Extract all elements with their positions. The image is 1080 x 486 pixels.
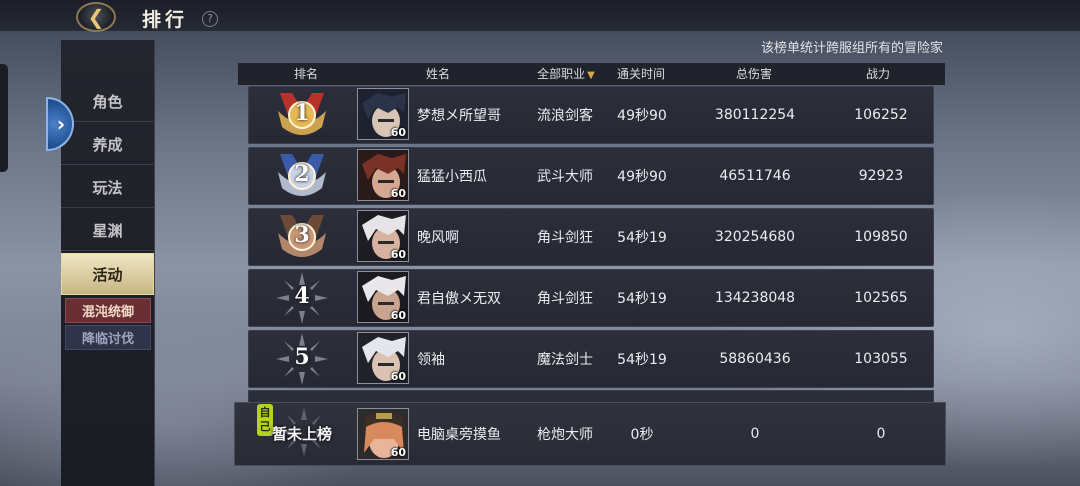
- player-power: 106252: [854, 107, 908, 123]
- column-header-power: 战力: [865, 67, 890, 81]
- back-button[interactable]: ❮: [76, 2, 116, 32]
- table-row[interactable]: 猛猛小西瓜 武斗大师 49秒90 46511746 92923: [248, 147, 934, 205]
- player-job: 流浪剑客: [537, 108, 593, 124]
- avatar-level: 60: [390, 126, 406, 139]
- player-damage: 46511746: [719, 168, 791, 184]
- sidebar-item-role[interactable]: 角色: [61, 82, 154, 122]
- player-avatar[interactable]: 60: [357, 210, 409, 262]
- sidebar-item-activity[interactable]: 活动: [61, 253, 154, 295]
- self-avatar-level: 60: [390, 446, 406, 459]
- player-power: 109850: [854, 229, 908, 245]
- avatar-level: 60: [390, 187, 406, 200]
- player-clear-time: 49秒90: [617, 108, 667, 124]
- sidebar: 角色 养成 玩法 星渊 活动 混沌统御 降临讨伐: [61, 40, 155, 486]
- sidebar-item-growth[interactable]: 养成: [61, 125, 154, 165]
- rank-number: 4: [294, 283, 310, 309]
- player-damage: 380112254: [714, 107, 796, 123]
- rank-number: 2: [294, 161, 310, 187]
- player-power: 92923: [858, 168, 904, 184]
- table-row[interactable]: 君自傲メ无双 角斗剑狂 54秒19 134238048 102565: [248, 269, 934, 327]
- job-filter-dropdown[interactable]: 全部职业 ▼: [526, 63, 606, 85]
- player-job: 角斗剑狂: [537, 230, 593, 246]
- player-name: 君自傲メ无双: [417, 291, 501, 307]
- player-power: 102565: [854, 290, 908, 306]
- player-avatar[interactable]: 60: [357, 149, 409, 201]
- sidebar-item-abyss[interactable]: 星渊: [61, 211, 154, 251]
- player-job: 武斗大师: [537, 169, 593, 185]
- self-clear-time: 0秒: [630, 427, 654, 443]
- player-name: 领袖: [417, 352, 445, 368]
- player-damage: 134238048: [714, 290, 796, 306]
- player-avatar[interactable]: 60: [357, 332, 409, 384]
- self-rank-status: 暂未上榜: [272, 425, 333, 443]
- player-clear-time: 54秒19: [617, 291, 667, 307]
- chevron-right-icon: ›: [56, 112, 66, 136]
- sub-item-descent-crusade[interactable]: 降临讨伐: [65, 325, 151, 350]
- column-header-clear-time: 通关时间: [616, 67, 665, 81]
- player-clear-time: 49秒90: [617, 169, 667, 185]
- player-damage: 58860436: [719, 351, 791, 367]
- avatar-level: 60: [390, 370, 406, 383]
- ranking-caption: 该榜单统计跨服组所有的冒险家: [760, 41, 943, 56]
- player-name: 梦想メ所望哥: [417, 108, 501, 124]
- self-tag-badge: 自己: [257, 404, 273, 436]
- self-row[interactable]: 电脑桌旁摸鱼 枪炮大师 0秒 0 0: [234, 402, 946, 466]
- dropdown-triangle-icon: ▼: [587, 70, 595, 81]
- column-header-rank: 排名: [293, 67, 318, 81]
- column-header-name: 姓名: [425, 67, 450, 81]
- table-row[interactable]: 晚风啊 角斗剑狂 54秒19 320254680 109850: [248, 208, 934, 266]
- player-name: 晚风啊: [417, 230, 459, 246]
- rank-number: 5: [294, 344, 310, 370]
- player-power: 103055: [854, 351, 908, 367]
- self-power: 0: [876, 426, 886, 442]
- back-arrow-icon: ❮: [87, 5, 105, 29]
- self-damage: 0: [750, 426, 760, 442]
- left-edge-tab[interactable]: [0, 64, 8, 172]
- avatar-level: 60: [390, 309, 406, 322]
- sidebar-item-gameplay[interactable]: 玩法: [61, 168, 154, 208]
- self-job: 枪炮大师: [537, 427, 593, 443]
- self-avatar[interactable]: 60: [357, 408, 409, 460]
- player-avatar[interactable]: 60: [357, 88, 409, 140]
- player-clear-time: 54秒19: [617, 230, 667, 246]
- self-name: 电脑桌旁摸鱼: [417, 427, 501, 443]
- player-job: 角斗剑狂: [537, 291, 593, 307]
- page-title: 排行: [142, 9, 189, 31]
- avatar-level: 60: [390, 248, 406, 261]
- column-header-damage: 总伤害: [735, 67, 772, 81]
- table-header: 排名 姓名 全部职业 ▼ 通关时间 总伤害 战力: [238, 63, 945, 85]
- column-header-job: 全部职业: [537, 67, 586, 81]
- sub-item-chaos-domination[interactable]: 混沌统御: [65, 298, 151, 323]
- player-job: 魔法剑士: [537, 352, 593, 368]
- table-row[interactable]: 领袖 魔法剑士 54秒19 58860436 103055: [248, 330, 934, 388]
- player-clear-time: 54秒19: [617, 352, 667, 368]
- rank-number: 3: [294, 222, 310, 248]
- help-icon[interactable]: ?: [202, 11, 218, 27]
- player-name: 猛猛小西瓜: [417, 169, 487, 185]
- rank-number: 1: [294, 100, 310, 126]
- player-avatar[interactable]: 60: [357, 271, 409, 323]
- player-damage: 320254680: [714, 229, 796, 245]
- table-row[interactable]: 梦想メ所望哥 流浪剑客 49秒90 380112254 106252: [248, 86, 934, 144]
